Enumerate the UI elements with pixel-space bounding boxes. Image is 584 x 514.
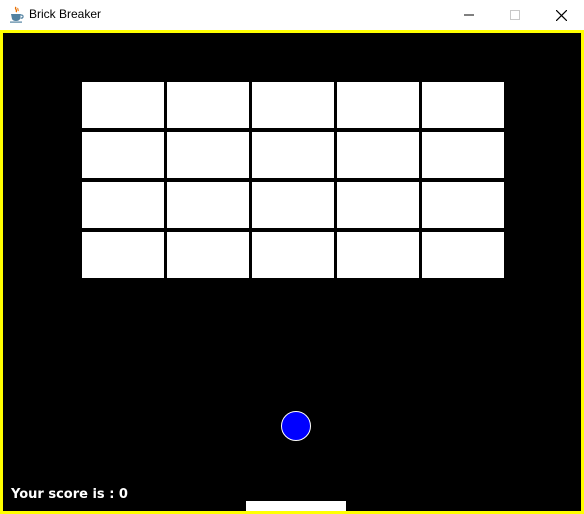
brick xyxy=(422,232,504,278)
window-title: Brick Breaker xyxy=(29,7,102,21)
brick xyxy=(167,232,249,278)
brick xyxy=(337,82,419,128)
brick xyxy=(167,82,249,128)
close-button[interactable] xyxy=(538,0,584,30)
maximize-icon xyxy=(510,10,520,20)
brick xyxy=(252,232,334,278)
brick xyxy=(252,82,334,128)
ball xyxy=(281,411,311,441)
brick xyxy=(252,182,334,228)
brick xyxy=(167,132,249,178)
brick xyxy=(422,132,504,178)
minimize-button[interactable] xyxy=(446,0,492,30)
game-border: Your score is : 0 xyxy=(0,30,584,514)
brick xyxy=(82,182,164,228)
score-text: Your score is : 0 xyxy=(11,487,128,502)
brick xyxy=(167,182,249,228)
brick xyxy=(337,232,419,278)
brick xyxy=(422,182,504,228)
brick xyxy=(337,182,419,228)
minimize-icon xyxy=(464,14,474,16)
brick xyxy=(337,132,419,178)
brick xyxy=(82,232,164,278)
maximize-button[interactable] xyxy=(492,0,538,30)
title-bar[interactable]: Brick Breaker xyxy=(0,0,584,30)
close-icon xyxy=(555,9,567,21)
brick xyxy=(422,82,504,128)
java-cup-icon xyxy=(10,6,24,23)
brick xyxy=(82,132,164,178)
game-canvas[interactable]: Your score is : 0 xyxy=(3,33,581,511)
brick xyxy=(252,132,334,178)
brick xyxy=(82,82,164,128)
paddle[interactable] xyxy=(246,501,346,511)
